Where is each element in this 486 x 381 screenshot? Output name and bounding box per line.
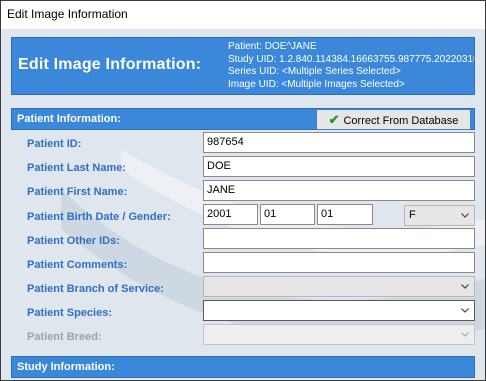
section-title: Patient Information:	[17, 113, 121, 125]
patient-id-label: Patient ID:	[27, 138, 82, 150]
patient-first-name-label: Patient First Name:	[27, 186, 128, 198]
checkmark-icon: ✔	[328, 112, 340, 127]
birth-year-input[interactable]: 2001	[203, 204, 258, 225]
header-banner: Edit Image Information: Patient: DOE^JAN…	[11, 37, 475, 95]
patient-name-line: Patient: DOE^JANE	[228, 41, 317, 52]
birth-day-input[interactable]: 01	[317, 204, 373, 225]
patient-comments-label: Patient Comments:	[27, 259, 128, 271]
birth-month-input[interactable]: 01	[260, 204, 315, 225]
series-uid-line: Series UID: <Multiple Series Selected>	[228, 66, 401, 77]
patient-branch-select[interactable]	[203, 276, 475, 297]
study-information-section: Study Information:	[11, 356, 475, 378]
patient-breed-select[interactable]	[203, 324, 475, 345]
patient-id-input[interactable]: 987654	[203, 132, 475, 153]
patient-last-name-label: Patient Last Name:	[27, 162, 127, 174]
image-uid-line: Image UID: <Multiple Images Selected>	[228, 78, 405, 90]
patient-branch-label: Patient Branch of Service:	[27, 283, 164, 295]
gender-select[interactable]: F	[404, 205, 475, 226]
gender-value: F	[409, 209, 416, 221]
patient-comments-input[interactable]	[203, 252, 475, 273]
button-label: Correct From Database	[343, 115, 459, 127]
title-bar: Edit Image Information	[1, 1, 485, 27]
patient-birth-gender-label: Patient Birth Date / Gender:	[27, 211, 171, 223]
patient-last-name-input[interactable]: DOE	[203, 156, 475, 177]
chevron-down-icon	[461, 284, 469, 289]
chevron-down-icon	[461, 332, 469, 337]
patient-species-label: Patient Species:	[27, 307, 112, 319]
patient-other-ids-label: Patient Other IDs:	[27, 235, 120, 247]
patient-first-name-input[interactable]: JANE	[203, 180, 475, 201]
chevron-down-icon	[461, 213, 469, 218]
header-title: Edit Image Information:	[18, 56, 202, 73]
dialog-body: Edit Image Information: Patient: DOE^JAN…	[1, 29, 485, 380]
chevron-down-icon	[461, 308, 469, 313]
patient-species-select[interactable]	[203, 300, 475, 321]
patient-other-ids-input[interactable]	[203, 228, 475, 249]
correct-from-database-button[interactable]: ✔ Correct From Database	[316, 109, 471, 130]
patient-breed-label: Patient Breed:	[27, 331, 102, 343]
window-title: Edit Image Information	[7, 7, 128, 21]
section-title: Study Information:	[17, 361, 115, 373]
study-uid-line: Study UID: 1.2.840.114384.16663755.98777…	[228, 53, 474, 65]
header-info: Patient: DOE^JANE Study UID: 1.2.840.114…	[228, 41, 474, 91]
edit-image-information-dialog: Edit Image Information Edit Image Inform…	[0, 0, 486, 381]
